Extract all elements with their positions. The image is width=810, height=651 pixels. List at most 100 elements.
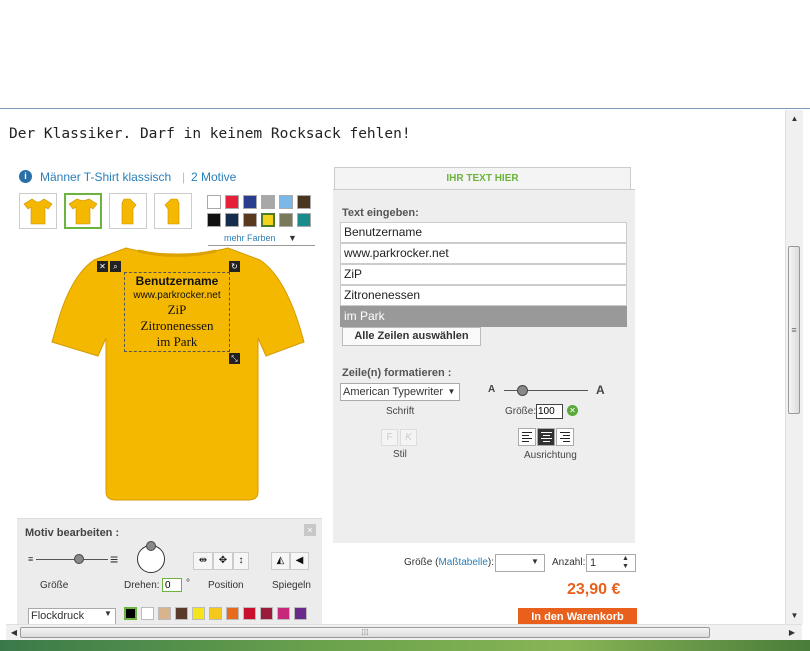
print-type-select[interactable]: Flockdruck xyxy=(28,608,116,625)
color-swatch[interactable] xyxy=(297,195,311,209)
color-swatch[interactable] xyxy=(243,195,257,209)
print-color-swatch[interactable] xyxy=(294,607,307,620)
stepper-up-icon[interactable]: ▲ xyxy=(622,555,629,562)
italic-button[interactable]: K xyxy=(400,429,417,446)
zoom-icon[interactable]: ⌕ xyxy=(110,261,121,272)
move-horizontal-icon[interactable]: ⇹ xyxy=(193,552,213,570)
degree-symbol: ° xyxy=(186,578,190,589)
print-color-swatch[interactable] xyxy=(209,607,222,620)
size-slider-track[interactable] xyxy=(36,559,108,560)
size-large-icon: ≡ xyxy=(110,551,119,567)
scroll-down-icon[interactable]: ▼ xyxy=(786,607,803,624)
design-text-line[interactable]: Zitronenessen xyxy=(124,318,230,334)
format-label: Zeile(n) formatieren : xyxy=(342,367,452,379)
size-label-end: ): xyxy=(487,557,495,568)
design-text-line[interactable]: im Park xyxy=(124,334,230,350)
align-left-button[interactable] xyxy=(518,428,536,446)
vertical-scrollbar-thumb[interactable]: ≡ xyxy=(788,246,800,414)
chevron-down-icon[interactable]: ▼ xyxy=(104,609,112,618)
font-size-input[interactable] xyxy=(536,404,563,419)
rotate-handle-icon[interactable]: ↻ xyxy=(229,261,240,272)
print-color-swatch[interactable] xyxy=(226,607,239,620)
color-swatch[interactable] xyxy=(279,195,293,209)
color-swatch[interactable] xyxy=(297,213,311,227)
mirror-vertical-icon[interactable]: ◀ xyxy=(290,552,309,570)
text-line-input[interactable]: ZiP xyxy=(340,264,627,285)
color-swatch[interactable] xyxy=(279,213,293,227)
rotate-input[interactable] xyxy=(162,578,182,592)
color-swatch[interactable] xyxy=(260,212,276,228)
chevron-down-icon[interactable]: ▼ xyxy=(531,557,539,566)
rotate-dial-handle[interactable] xyxy=(146,541,156,551)
size-label: Größe xyxy=(40,580,69,591)
delete-design-icon[interactable]: ✕ xyxy=(97,261,108,272)
size-chart-link[interactable]: Maßtabelle xyxy=(438,557,487,568)
align-center-button[interactable] xyxy=(537,428,555,446)
page-headline: Der Klassiker. Darf in keinem Rocksack f… xyxy=(9,126,411,142)
rotate-label: Drehen: xyxy=(124,580,160,591)
tshirt-left-icon xyxy=(121,198,137,225)
view-front-button[interactable] xyxy=(19,193,57,229)
separator: | xyxy=(182,170,186,184)
text-enter-label: Text eingeben: xyxy=(342,207,419,219)
size-label-text: Größe ( xyxy=(404,557,439,568)
scroll-up-icon[interactable]: ▲ xyxy=(786,110,803,127)
product-name-link[interactable]: Männer T-Shirt klassisch xyxy=(40,170,171,184)
design-text-line[interactable]: www.parkrocker.net xyxy=(124,290,230,301)
print-color-swatch[interactable] xyxy=(243,607,256,620)
print-color-swatch[interactable] xyxy=(192,607,205,620)
print-color-swatch[interactable] xyxy=(175,607,188,620)
horizontal-scrollbar[interactable]: ◀ ⁞⁞⁞ ▶ xyxy=(6,624,802,641)
move-all-icon[interactable]: ✥ xyxy=(213,552,233,570)
view-right-button[interactable] xyxy=(154,193,192,229)
select-all-lines-button[interactable]: Alle Zeilen auswählen xyxy=(342,327,481,346)
text-line-input[interactable]: Benutzername xyxy=(340,222,627,243)
color-swatch[interactable] xyxy=(261,195,275,209)
print-color-swatch[interactable] xyxy=(141,607,154,620)
view-left-button[interactable] xyxy=(109,193,147,229)
text-line-input[interactable]: www.parkrocker.net xyxy=(340,243,627,264)
desktop-background xyxy=(0,640,810,651)
more-colors-chevron-icon[interactable]: ▼ xyxy=(288,233,297,243)
vertical-scrollbar[interactable]: ▲ ≡ ▼ xyxy=(785,110,803,624)
text-line-input-selected[interactable]: im Park xyxy=(340,306,627,327)
font-select[interactable]: American Typewriter xyxy=(340,383,460,401)
resize-handle-icon[interactable]: ⤡ xyxy=(229,353,240,364)
quantity-label: Anzahl: xyxy=(552,557,586,568)
align-label: Ausrichtung xyxy=(524,450,577,461)
info-icon[interactable]: i xyxy=(19,170,32,183)
view-back-button[interactable] xyxy=(64,193,102,229)
confirm-icon[interactable]: ✕ xyxy=(567,405,578,416)
design-text-line[interactable]: Benutzername xyxy=(124,274,230,288)
tab-text[interactable]: IHR TEXT HIER xyxy=(334,167,631,189)
horizontal-scrollbar-thumb[interactable]: ⁞⁞⁞ xyxy=(20,627,710,638)
color-swatch[interactable] xyxy=(243,213,257,227)
color-swatch[interactable] xyxy=(207,213,221,227)
font-size-slider-handle[interactable] xyxy=(517,385,528,396)
bold-button[interactable]: F xyxy=(381,429,398,446)
price: 23,90 € xyxy=(567,581,621,598)
color-swatch[interactable] xyxy=(225,213,239,227)
print-color-swatch[interactable] xyxy=(158,607,171,620)
position-label: Position xyxy=(208,580,244,591)
stepper-down-icon[interactable]: ▼ xyxy=(622,563,629,570)
print-color-swatch[interactable] xyxy=(260,607,273,620)
scroll-right-icon[interactable]: ▶ xyxy=(784,625,800,641)
align-right-button[interactable] xyxy=(556,428,574,446)
motive-count-link[interactable]: 2 Motive xyxy=(191,170,236,184)
color-swatch[interactable] xyxy=(207,195,221,209)
move-vertical-icon[interactable]: ↕ xyxy=(233,552,249,570)
tshirt-right-icon xyxy=(164,198,180,225)
tshirt-back-icon xyxy=(68,198,98,225)
chevron-down-icon[interactable]: ▼ xyxy=(445,385,458,398)
tshirt-front-icon xyxy=(23,198,53,225)
print-color-swatch[interactable] xyxy=(277,607,290,620)
mirror-horizontal-icon[interactable]: ◭ xyxy=(271,552,290,570)
more-colors-link[interactable]: mehr Farben xyxy=(224,233,276,243)
print-color-swatch[interactable] xyxy=(124,607,137,620)
color-swatch[interactable] xyxy=(225,195,239,209)
size-slider-handle[interactable] xyxy=(74,554,84,564)
text-line-input[interactable]: Zitronenessen xyxy=(340,285,627,306)
close-icon[interactable]: × xyxy=(304,524,316,536)
design-text-line[interactable]: ZiP xyxy=(124,302,230,318)
